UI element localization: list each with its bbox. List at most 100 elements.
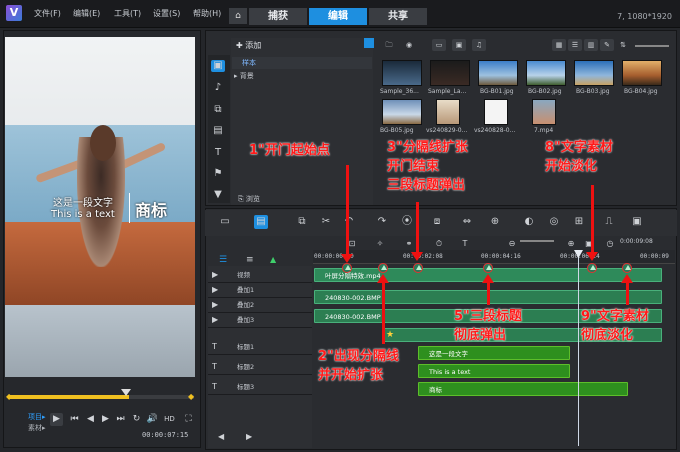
- scrubber-bar[interactable]: [8, 395, 194, 399]
- track-header-video[interactable]: ▶ 视频: [208, 268, 312, 283]
- keyframe-marker[interactable]: [622, 263, 632, 273]
- scrubber-handle[interactable]: [121, 389, 131, 396]
- thumb-image[interactable]: [430, 60, 470, 86]
- go-start-icon[interactable]: ⏮: [68, 413, 81, 426]
- filter-video-icon[interactable]: ▭: [432, 39, 446, 51]
- magic-icon[interactable]: ✧: [373, 237, 387, 251]
- thumb-image[interactable]: [478, 60, 518, 86]
- thumb-image[interactable]: [382, 60, 422, 86]
- keyframe-marker[interactable]: [378, 263, 388, 273]
- folder-sample[interactable]: 样本: [232, 57, 372, 69]
- fullscreen-icon[interactable]: ⛶: [182, 413, 195, 426]
- thumb-image[interactable]: [436, 99, 460, 125]
- track-header-overlay2[interactable]: ▶ 叠加2: [208, 298, 312, 313]
- volume-icon[interactable]: 🔊: [146, 413, 159, 426]
- add-folder-button[interactable]: ✚ 添加: [236, 40, 261, 51]
- go-end-icon[interactable]: ⏭: [114, 413, 127, 426]
- track-header-title2[interactable]: T 标题2: [208, 360, 312, 375]
- folder-open-icon[interactable]: 🗀: [382, 39, 396, 51]
- menu-help[interactable]: 帮助(H): [193, 8, 221, 19]
- view-list-icon[interactable]: ☰: [568, 39, 582, 51]
- track-header-title3[interactable]: T 标题3: [208, 380, 312, 395]
- thumb-image[interactable]: [484, 99, 508, 125]
- home-icon[interactable]: ⌂: [229, 8, 247, 24]
- timecode-display[interactable]: 00:00:07:15: [142, 431, 188, 439]
- options-icon[interactable]: ✎: [600, 39, 614, 51]
- mode-clip[interactable]: 素材▸: [28, 423, 46, 433]
- mode-project[interactable]: 项目▸: [28, 412, 46, 422]
- storyboard-view-icon[interactable]: ▭: [218, 215, 232, 229]
- thumb-image[interactable]: [622, 60, 662, 86]
- clip-title1[interactable]: 这是一段文字: [418, 346, 570, 360]
- zoom-out-icon[interactable]: ⊖: [505, 237, 519, 251]
- next-frame-icon[interactable]: ▶: [99, 413, 112, 426]
- transition-icon[interactable]: ⧉: [211, 104, 225, 116]
- folder-background[interactable]: ▸ 背景: [234, 71, 254, 81]
- thumb-image[interactable]: [574, 60, 614, 86]
- audio-icon[interactable]: ▣: [630, 215, 644, 229]
- track-icon[interactable]: ⊞: [572, 215, 586, 229]
- title-icon[interactable]: ▤: [211, 125, 225, 137]
- pan-zoom-icon[interactable]: ⊕: [488, 215, 502, 229]
- track-header-overlay3[interactable]: ▶ 叠加3: [208, 313, 312, 328]
- graphics-icon[interactable]: ⚑: [211, 168, 225, 180]
- add-track-icon[interactable]: ≡: [246, 255, 254, 265]
- trim-start-icon[interactable]: ◆: [6, 392, 12, 401]
- track-header-overlay1[interactable]: ▶ 叠加1: [208, 283, 312, 298]
- mix-icon[interactable]: ⧉: [295, 215, 309, 229]
- view-grid-icon[interactable]: ▦: [552, 39, 566, 51]
- motion-icon[interactable]: ⇔: [460, 215, 474, 229]
- thumb-image[interactable]: [532, 99, 556, 125]
- browse-button[interactable]: ⎘ 浏览: [238, 194, 260, 204]
- playhead[interactable]: [578, 250, 579, 446]
- keyframe-marker[interactable]: [413, 263, 423, 273]
- preview-window[interactable]: 这是一段文字 This is a text 商标: [5, 37, 195, 377]
- menu-settings[interactable]: 设置(S): [153, 8, 180, 19]
- timeline-view-icon[interactable]: ▤: [254, 215, 268, 229]
- sort-icon[interactable]: ⇅: [616, 39, 630, 51]
- clip-title2[interactable]: This is a text: [418, 364, 570, 378]
- speed-icon[interactable]: ⏱: [432, 237, 446, 251]
- tab-edit[interactable]: 编辑: [309, 8, 367, 25]
- keyframe-marker[interactable]: [342, 263, 352, 273]
- view-detail-icon[interactable]: ▥: [584, 39, 598, 51]
- keyframe-marker[interactable]: [587, 263, 597, 273]
- expand-down-icon[interactable]: ▼: [211, 189, 225, 201]
- filter-photo-icon[interactable]: ▣: [452, 39, 466, 51]
- pin-icon[interactable]: [364, 38, 374, 48]
- scroll-right-icon[interactable]: ▶: [246, 432, 252, 441]
- zoom-in-icon[interactable]: ⊕: [564, 237, 578, 251]
- mask-icon[interactable]: ◎: [547, 215, 561, 229]
- prev-frame-icon[interactable]: ◀: [84, 413, 97, 426]
- trim-end-icon[interactable]: ◆: [188, 392, 194, 401]
- keyframe-marker[interactable]: [483, 263, 493, 273]
- thumb-image[interactable]: [526, 60, 566, 86]
- record-icon[interactable]: ◉: [402, 39, 416, 51]
- color-icon[interactable]: ◐: [522, 215, 536, 229]
- instant-project-icon[interactable]: ♪: [211, 82, 225, 94]
- chapter-icon[interactable]: ▲: [270, 255, 276, 264]
- menu-edit[interactable]: 编辑(E): [73, 8, 100, 19]
- redo-icon[interactable]: ↷: [375, 215, 389, 229]
- zoom-slider[interactable]: [520, 240, 554, 242]
- filter-audio-icon[interactable]: ♫: [472, 39, 486, 51]
- clip-title3[interactable]: 商标: [418, 382, 628, 396]
- subtitle-icon[interactable]: ⧈: [430, 215, 444, 229]
- text-icon[interactable]: T: [211, 147, 225, 159]
- track-manager-icon[interactable]: ☰: [219, 255, 227, 265]
- play-button[interactable]: ▶: [50, 413, 63, 426]
- chain-icon[interactable]: ⚭: [402, 237, 416, 251]
- menu-tools[interactable]: 工具(T): [114, 8, 141, 19]
- record-capture-icon[interactable]: ⦿: [400, 215, 414, 229]
- tab-capture[interactable]: 捕获: [249, 8, 307, 25]
- undo-icon[interactable]: ↶: [342, 215, 356, 229]
- track-header-title1[interactable]: T 标题1: [208, 340, 312, 355]
- split-icon[interactable]: ⎍: [602, 215, 616, 229]
- repeat-icon[interactable]: ↻: [130, 413, 143, 426]
- tab-share[interactable]: 共享: [369, 8, 427, 25]
- scroll-left-icon[interactable]: ◀: [218, 432, 224, 441]
- cut-icon[interactable]: ✂: [319, 215, 333, 229]
- menu-file[interactable]: 文件(F): [34, 8, 61, 19]
- media-icon[interactable]: ▣: [211, 60, 225, 72]
- title-add-icon[interactable]: T: [458, 237, 472, 251]
